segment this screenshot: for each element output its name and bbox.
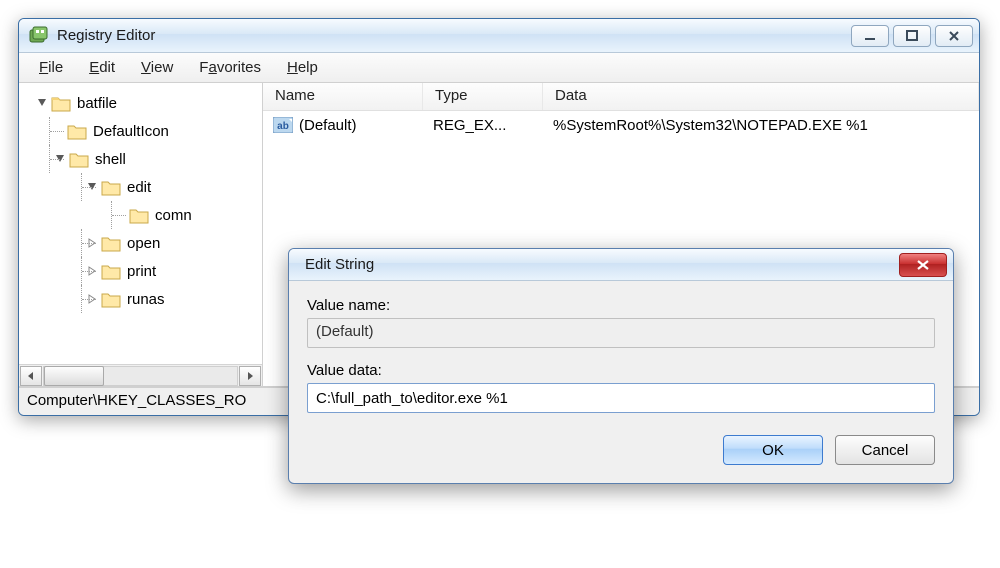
col-type[interactable]: Type bbox=[423, 83, 543, 110]
tree: batfile DefaultIcon shell bbox=[19, 89, 262, 313]
tree-node-defaulticon[interactable]: DefaultIcon bbox=[19, 117, 262, 145]
dialog-actions: OK Cancel bbox=[289, 419, 953, 483]
folder-icon bbox=[101, 263, 121, 280]
close-button[interactable] bbox=[935, 25, 973, 47]
col-name[interactable]: Name bbox=[263, 83, 423, 110]
folder-icon bbox=[101, 179, 121, 196]
value-name-label: Value name: bbox=[307, 297, 935, 314]
tree-node-print[interactable]: print bbox=[19, 257, 262, 285]
folder-icon bbox=[69, 151, 89, 168]
folder-icon bbox=[129, 207, 149, 224]
list-row[interactable]: ab (Default) REG_EX... %SystemRoot%\Syst… bbox=[263, 111, 979, 139]
ok-button[interactable]: OK bbox=[723, 435, 823, 465]
edit-string-dialog: Edit String Value name: (Default) Value … bbox=[288, 248, 954, 484]
folder-icon bbox=[51, 95, 71, 112]
value-name-field: (Default) bbox=[307, 318, 935, 348]
tree-node-open[interactable]: open bbox=[19, 229, 262, 257]
menubar: File Edit View Favorites Help bbox=[19, 53, 979, 83]
string-value-icon: ab bbox=[273, 117, 293, 133]
svg-text:ab: ab bbox=[277, 121, 289, 132]
titlebar[interactable]: Registry Editor bbox=[19, 19, 979, 53]
tree-node-edit[interactable]: edit bbox=[19, 173, 262, 201]
dialog-close-button[interactable] bbox=[899, 253, 947, 277]
value-data-input[interactable] bbox=[307, 383, 935, 413]
tree-node-command[interactable]: comn bbox=[19, 201, 262, 229]
cell-type: REG_EX... bbox=[433, 117, 553, 134]
scroll-track[interactable] bbox=[43, 366, 238, 386]
tree-pane[interactable]: batfile DefaultIcon shell bbox=[19, 83, 263, 386]
expander-open-icon[interactable] bbox=[35, 96, 49, 110]
cell-data: %SystemRoot%\System32\NOTEPAD.EXE %1 bbox=[553, 117, 868, 134]
dialog-titlebar[interactable]: Edit String bbox=[289, 249, 953, 281]
cell-name: (Default) bbox=[299, 117, 433, 134]
scroll-right-icon[interactable] bbox=[239, 366, 261, 386]
menu-favorites[interactable]: Favorites bbox=[187, 56, 273, 79]
dialog-body: Value name: (Default) Value data: bbox=[289, 281, 953, 419]
menu-file[interactable]: File bbox=[27, 56, 75, 79]
folder-icon bbox=[101, 291, 121, 308]
menu-view[interactable]: View bbox=[129, 56, 185, 79]
dialog-title: Edit String bbox=[299, 256, 899, 273]
list-header: Name Type Data bbox=[263, 83, 979, 111]
tree-node-batfile[interactable]: batfile bbox=[19, 89, 262, 117]
maximize-button[interactable] bbox=[893, 25, 931, 47]
window-controls bbox=[851, 25, 973, 47]
menu-help[interactable]: Help bbox=[275, 56, 330, 79]
col-data[interactable]: Data bbox=[543, 83, 979, 110]
tree-hscrollbar[interactable] bbox=[19, 364, 262, 386]
scroll-thumb[interactable] bbox=[44, 366, 104, 386]
app-icon bbox=[29, 26, 49, 46]
minimize-button[interactable] bbox=[851, 25, 889, 47]
folder-icon bbox=[101, 235, 121, 252]
window-title: Registry Editor bbox=[57, 27, 851, 44]
menu-edit[interactable]: Edit bbox=[77, 56, 127, 79]
tree-node-runas[interactable]: runas bbox=[19, 285, 262, 313]
tree-node-shell[interactable]: shell bbox=[19, 145, 262, 173]
value-data-label: Value data: bbox=[307, 362, 935, 379]
cancel-button[interactable]: Cancel bbox=[835, 435, 935, 465]
folder-icon bbox=[67, 123, 87, 140]
scroll-left-icon[interactable] bbox=[20, 366, 42, 386]
